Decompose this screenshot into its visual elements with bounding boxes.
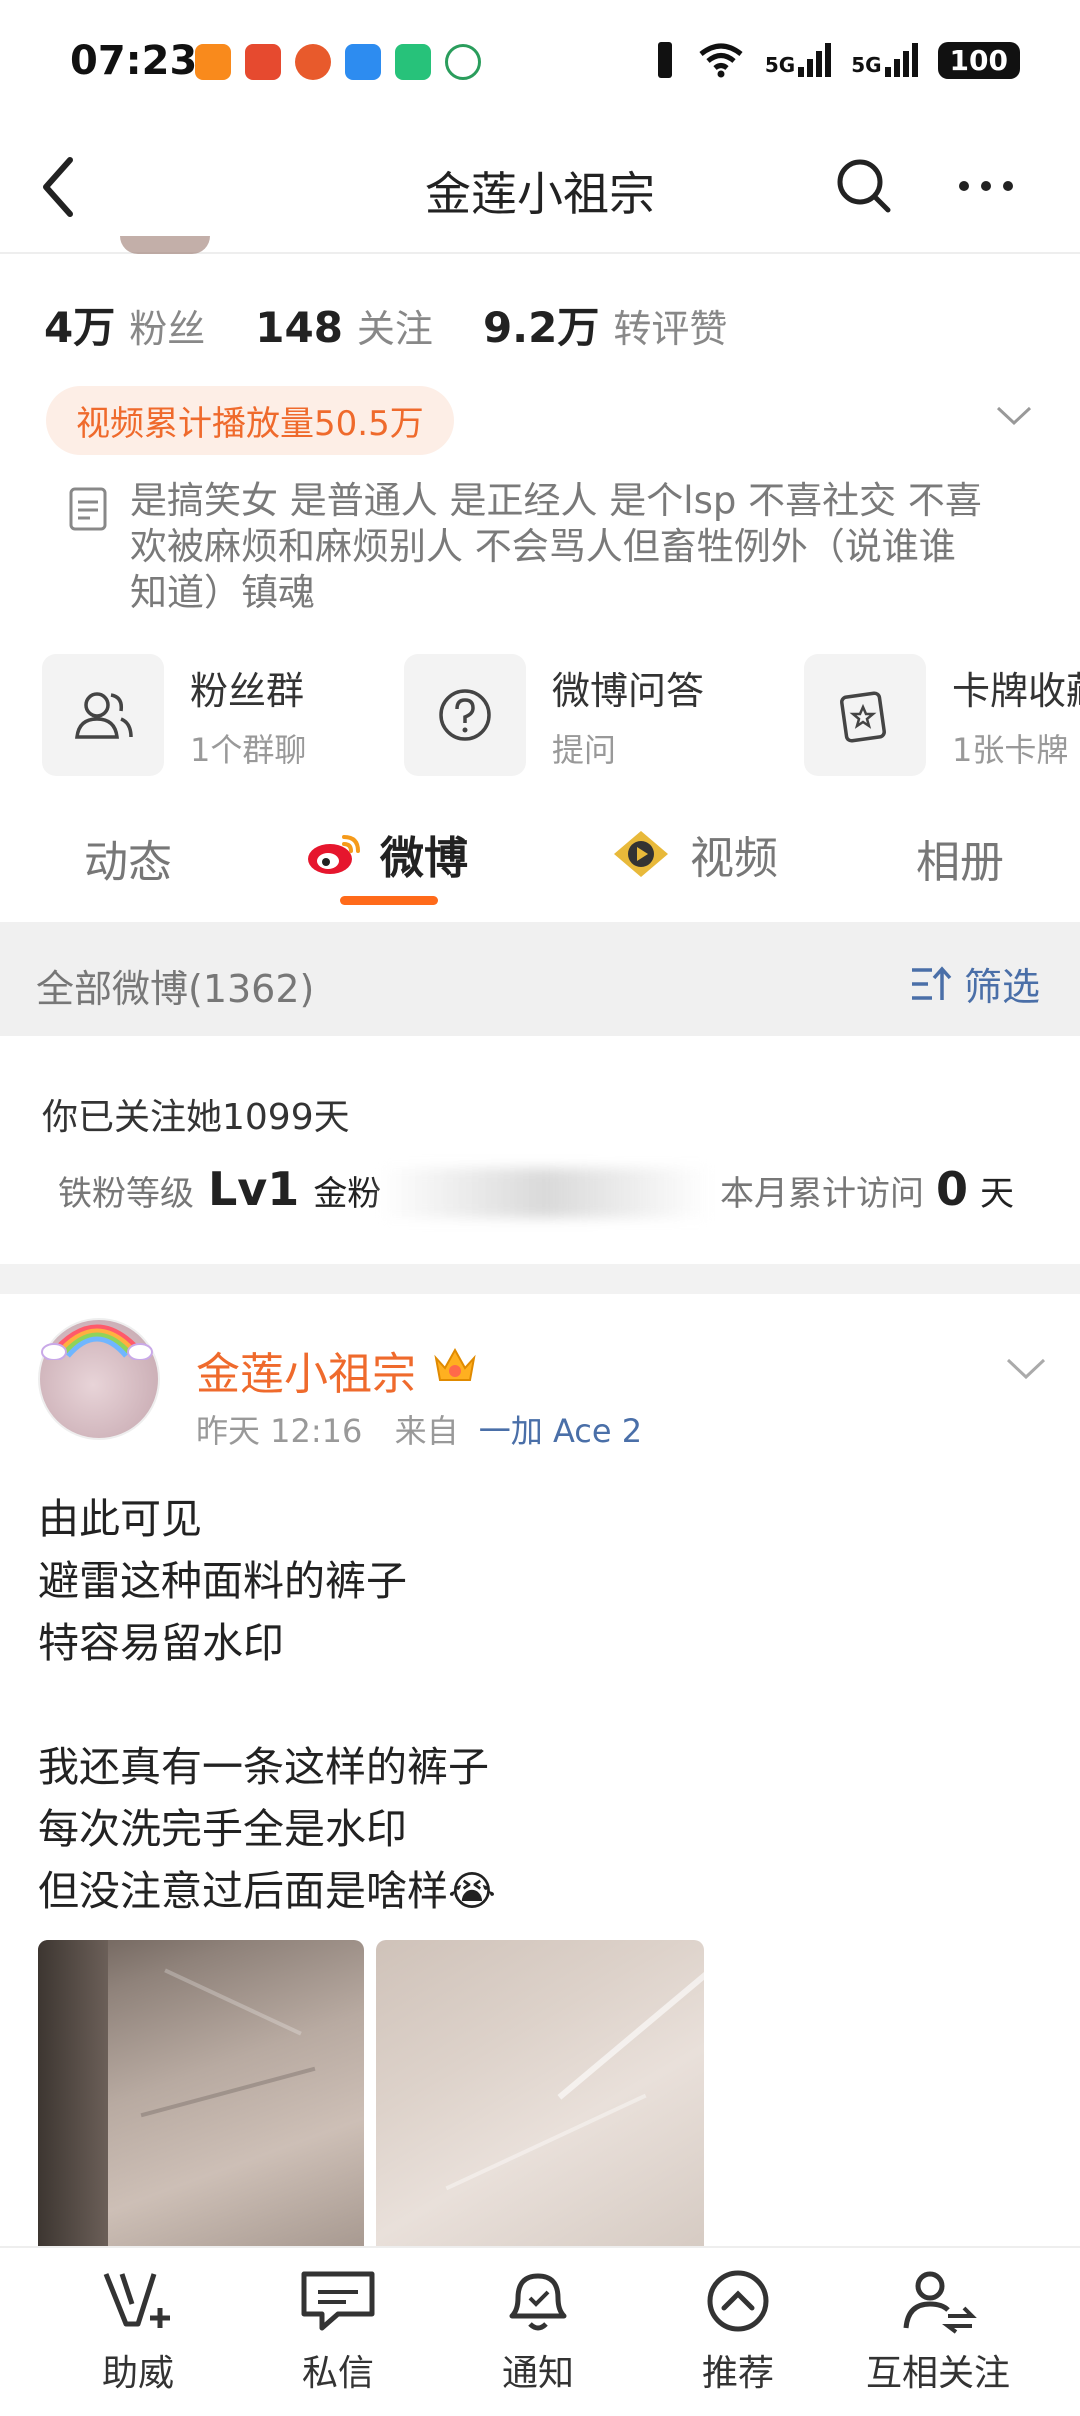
rainbow-frame-icon <box>41 1324 153 1360</box>
following-label[interactable]: 关注 <box>357 298 433 353</box>
card-weibo-qa[interactable]: 微博问答 提问 <box>404 654 704 776</box>
status-time: 07:23 <box>70 38 198 84</box>
page-title: 金莲小祖宗 <box>425 167 655 221</box>
followers-label[interactable]: 粉丝 <box>129 298 205 353</box>
fan-level-row[interactable]: 铁粉等级 Lv1 金粉 <box>58 1162 381 1216</box>
tab-dynamic[interactable]: 动态 <box>84 826 172 890</box>
app-notification-icon <box>295 44 331 80</box>
followers-count[interactable]: 4万 <box>44 294 115 355</box>
card-title: 卡牌收藏 <box>952 668 1080 713</box>
status-indicators: 5G 5G 100 <box>653 40 1020 80</box>
fan-level-value: Lv1 <box>208 1162 300 1216</box>
monthly-visit-row: 本月累计访问 0 天 <box>720 1162 1014 1216</box>
chevron-down-icon[interactable] <box>994 404 1034 428</box>
post-image-1[interactable] <box>38 1940 364 2246</box>
active-tab-indicator <box>340 896 438 905</box>
post-menu-chevron-icon[interactable] <box>1004 1356 1048 1382</box>
card-subtitle: 1张卡牌 <box>952 730 1069 769</box>
video-tab-icon <box>614 831 668 877</box>
bottom-label: 互相关注 <box>865 2353 1010 2394</box>
bio-document-icon <box>69 487 107 531</box>
app-notification-icon <box>195 44 231 80</box>
tab-label: 视频 <box>690 833 778 884</box>
weibo-logo-icon <box>308 835 360 874</box>
following-count[interactable]: 148 <box>255 303 343 352</box>
cell-signal-1: 5G <box>764 43 832 77</box>
cell-signal-2: 5G <box>851 43 918 77</box>
bottom-recommend-button[interactable]: 推荐 <box>638 2268 838 2396</box>
search-icon[interactable] <box>836 158 892 214</box>
mutual-follow-icon <box>903 2271 977 2334</box>
card-title: 微博问答 <box>552 668 705 713</box>
tab-label: 微博 <box>380 833 468 884</box>
card-fan-group[interactable]: 粉丝群 1个群聊 <box>42 654 306 776</box>
app-notification-icon <box>245 44 281 80</box>
card-collection[interactable]: 卡牌收藏 1张卡牌 <box>804 654 1080 776</box>
monthly-visit-value: 0 <box>936 1162 969 1216</box>
post-time: 昨天 12:16 <box>196 1412 363 1450</box>
more-icon[interactable] <box>956 178 1016 194</box>
video-plays-badge[interactable]: 视频累计播放量50.5万 <box>46 386 454 455</box>
fan-level-name: 金粉 <box>313 1174 382 1214</box>
interactions-count: 9.2万 <box>482 303 600 352</box>
profile-avatar-edge <box>120 236 210 254</box>
bottom-label: 私信 <box>301 2353 374 2394</box>
fan-level-label: 铁粉等级 <box>58 1174 194 1214</box>
network-type-label: 5G <box>764 53 796 77</box>
post-text: 由此可见 避雷这种面料的裤子 特容易留水印 我还真有一条这样的裤子 每次洗完手全… <box>38 1495 496 1915</box>
bell-icon <box>509 2273 567 2331</box>
card-title: 粉丝群 <box>190 668 305 713</box>
filter-label: 筛选 <box>963 965 1040 1009</box>
section-gap <box>0 1264 1080 1294</box>
message-icon <box>301 2271 375 2331</box>
recommend-icon <box>707 2270 769 2332</box>
cheer-icon <box>103 2273 170 2328</box>
card-subtitle: 提问 <box>552 730 617 769</box>
crown-badge-icon <box>434 1347 476 1381</box>
post-device-link[interactable]: 一加 Ace 2 <box>479 1412 642 1450</box>
follow-days: 你已关注她1099天 <box>42 1097 350 1138</box>
bottom-label: 推荐 <box>701 2353 774 2394</box>
group-icon <box>42 654 164 776</box>
bottom-notification-button[interactable]: 通知 <box>438 2268 638 2396</box>
filter-button[interactable]: 筛选 <box>910 956 1040 1011</box>
filter-bar: 全部微博(1362) 筛选 <box>0 922 1080 1036</box>
bottom-action-bar: 助威 私信 通知 推荐 互相关注 <box>0 2246 1080 2416</box>
blurred-region <box>380 1168 710 1218</box>
monthly-visit-label: 本月累计访问 <box>720 1174 924 1214</box>
app-notification-icon <box>345 44 381 80</box>
card-icon <box>804 654 926 776</box>
card-subtitle: 1个群聊 <box>190 730 307 769</box>
question-icon <box>404 654 526 776</box>
tab-video[interactable]: 视频 <box>610 822 778 886</box>
post-source-label: 来自 <box>394 1412 459 1450</box>
filter-icon <box>911 965 952 1000</box>
tab-weibo[interactable]: 微博 <box>306 822 468 886</box>
bottom-message-button[interactable]: 私信 <box>238 2268 438 2396</box>
profile-bio: 是搞笑女 是普通人 是正经人 是个lsp 不喜社交 不喜欢被麻烦和麻烦别人 不会… <box>130 479 982 614</box>
post-meta: 昨天 12:16 来自 一加 Ace 2 <box>196 1406 642 1452</box>
post-author-name[interactable]: 金莲小祖宗 <box>196 1338 416 1402</box>
all-weibo-count: 全部微博(1362) <box>36 967 315 1011</box>
status-app-icons <box>195 44 481 80</box>
app-notification-icon <box>395 44 431 80</box>
bottom-label: 通知 <box>501 2353 574 2394</box>
vibrate-icon <box>657 42 672 78</box>
profile-stats: 4万 粉丝 148 关注 9.2万 转评赞 <box>44 294 777 355</box>
bottom-label: 助威 <box>101 2353 174 2394</box>
bottom-cheer-button[interactable]: 助威 <box>38 2268 238 2396</box>
app-notification-icon <box>445 44 481 80</box>
tab-album[interactable]: 相册 <box>916 826 1004 890</box>
post-image-2[interactable] <box>376 1940 704 2246</box>
wifi-icon <box>699 43 743 78</box>
network-type-label: 5G <box>851 53 882 77</box>
bottom-mutual-follow-button[interactable]: 互相关注 <box>838 2268 1038 2396</box>
battery-indicator: 100 <box>937 41 1020 79</box>
interactions-label: 转评赞 <box>613 307 728 351</box>
monthly-visit-unit: 天 <box>980 1174 1015 1214</box>
